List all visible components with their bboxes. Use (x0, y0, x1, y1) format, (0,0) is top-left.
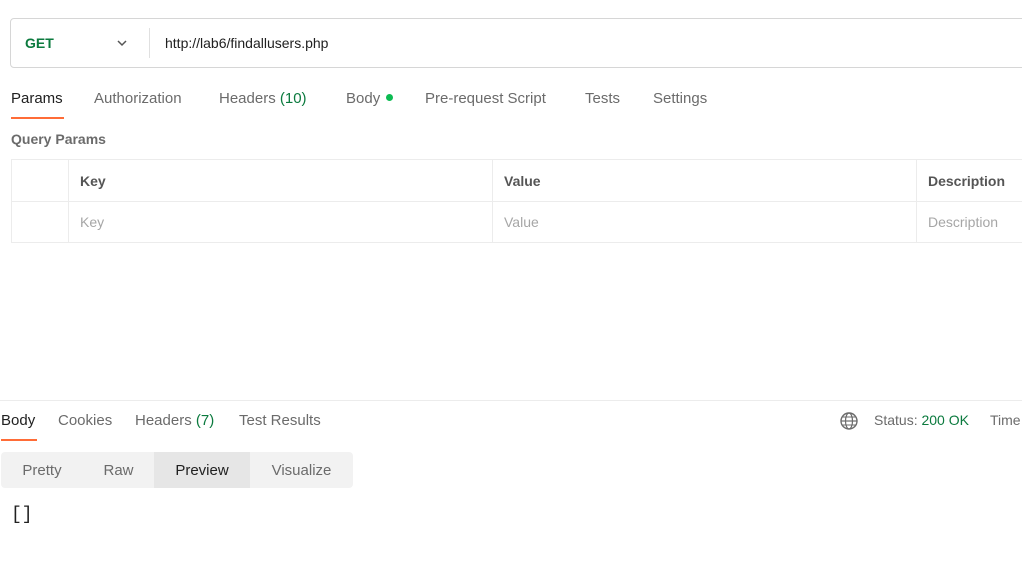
globe-icon[interactable] (839, 411, 859, 431)
url-divider (149, 28, 150, 58)
tab-body-label: Body (346, 90, 381, 107)
tab-headers-label: Headers (219, 90, 276, 107)
response-tab-headers-count: (7) (195, 412, 215, 429)
view-mode-visualize-label: Visualize (271, 461, 332, 479)
response-divider (0, 400, 1022, 401)
table-column-divider (916, 160, 917, 242)
query-params-title: Query Params (11, 131, 106, 147)
view-mode-selector: Pretty Raw Preview Visualize (1, 452, 353, 488)
request-url-bar: GET (10, 18, 1022, 68)
view-mode-pretty[interactable]: Pretty (1, 452, 83, 488)
response-time[interactable]: Time (990, 412, 1021, 428)
tab-body[interactable]: Body (346, 90, 394, 107)
response-tab-test-results-label: Test Results (239, 412, 321, 429)
view-mode-visualize[interactable]: Visualize (250, 452, 353, 488)
tab-settings[interactable]: Settings (653, 90, 707, 107)
response-active-tab-indicator (1, 439, 37, 441)
column-header-value: Value (504, 173, 541, 189)
tab-tests[interactable]: Tests (585, 90, 620, 107)
tab-authorization-label: Authorization (94, 90, 182, 107)
column-header-description: Description (928, 173, 1006, 189)
url-input[interactable] (165, 19, 1022, 67)
response-body-content: [] (11, 505, 33, 525)
status-value[interactable]: 200 OK (921, 412, 968, 428)
response-tab-body-label: Body (1, 412, 36, 429)
param-description-input[interactable] (928, 202, 1022, 242)
tab-authorization[interactable]: Authorization (94, 90, 182, 107)
response-tab-test-results[interactable]: Test Results (239, 412, 321, 429)
method-label: GET (25, 35, 54, 51)
method-select[interactable]: GET (11, 19, 149, 67)
active-tab-indicator (11, 117, 64, 119)
view-mode-pretty-label: Pretty (22, 461, 62, 479)
response-tab-headers[interactable]: Headers (7) (135, 412, 214, 429)
tab-pre-request-script[interactable]: Pre-request Script (425, 90, 546, 107)
tab-headers[interactable]: Headers (10) (219, 90, 307, 107)
table-column-divider (492, 160, 493, 242)
tab-pre-request-label: Pre-request Script (425, 90, 546, 107)
param-key-input[interactable] (80, 202, 480, 242)
status-label: Status: (874, 412, 918, 428)
time-label: Time (990, 412, 1021, 428)
tab-headers-count: (10) (279, 90, 307, 107)
tab-params[interactable]: Params (11, 90, 63, 107)
query-params-table: Key Value Description (11, 159, 1022, 243)
tab-tests-label: Tests (585, 90, 621, 107)
view-mode-preview-label: Preview (175, 461, 229, 479)
view-mode-raw-label: Raw (103, 461, 134, 479)
tab-settings-label: Settings (653, 90, 708, 107)
response-tab-headers-label: Headers (135, 412, 192, 429)
response-tab-cookies[interactable]: Cookies (58, 412, 112, 429)
response-tab-body[interactable]: Body (1, 412, 35, 429)
response-status: Status: 200 OK (874, 412, 969, 428)
chevron-down-icon (117, 40, 127, 47)
view-mode-preview[interactable]: Preview (154, 452, 250, 488)
column-header-key: Key (80, 173, 106, 189)
view-mode-raw[interactable]: Raw (83, 452, 154, 488)
tab-params-label: Params (11, 90, 63, 107)
body-modified-dot-icon (386, 94, 394, 101)
param-value-input[interactable] (504, 202, 904, 242)
table-column-divider (68, 160, 69, 242)
response-tab-cookies-label: Cookies (58, 412, 113, 429)
